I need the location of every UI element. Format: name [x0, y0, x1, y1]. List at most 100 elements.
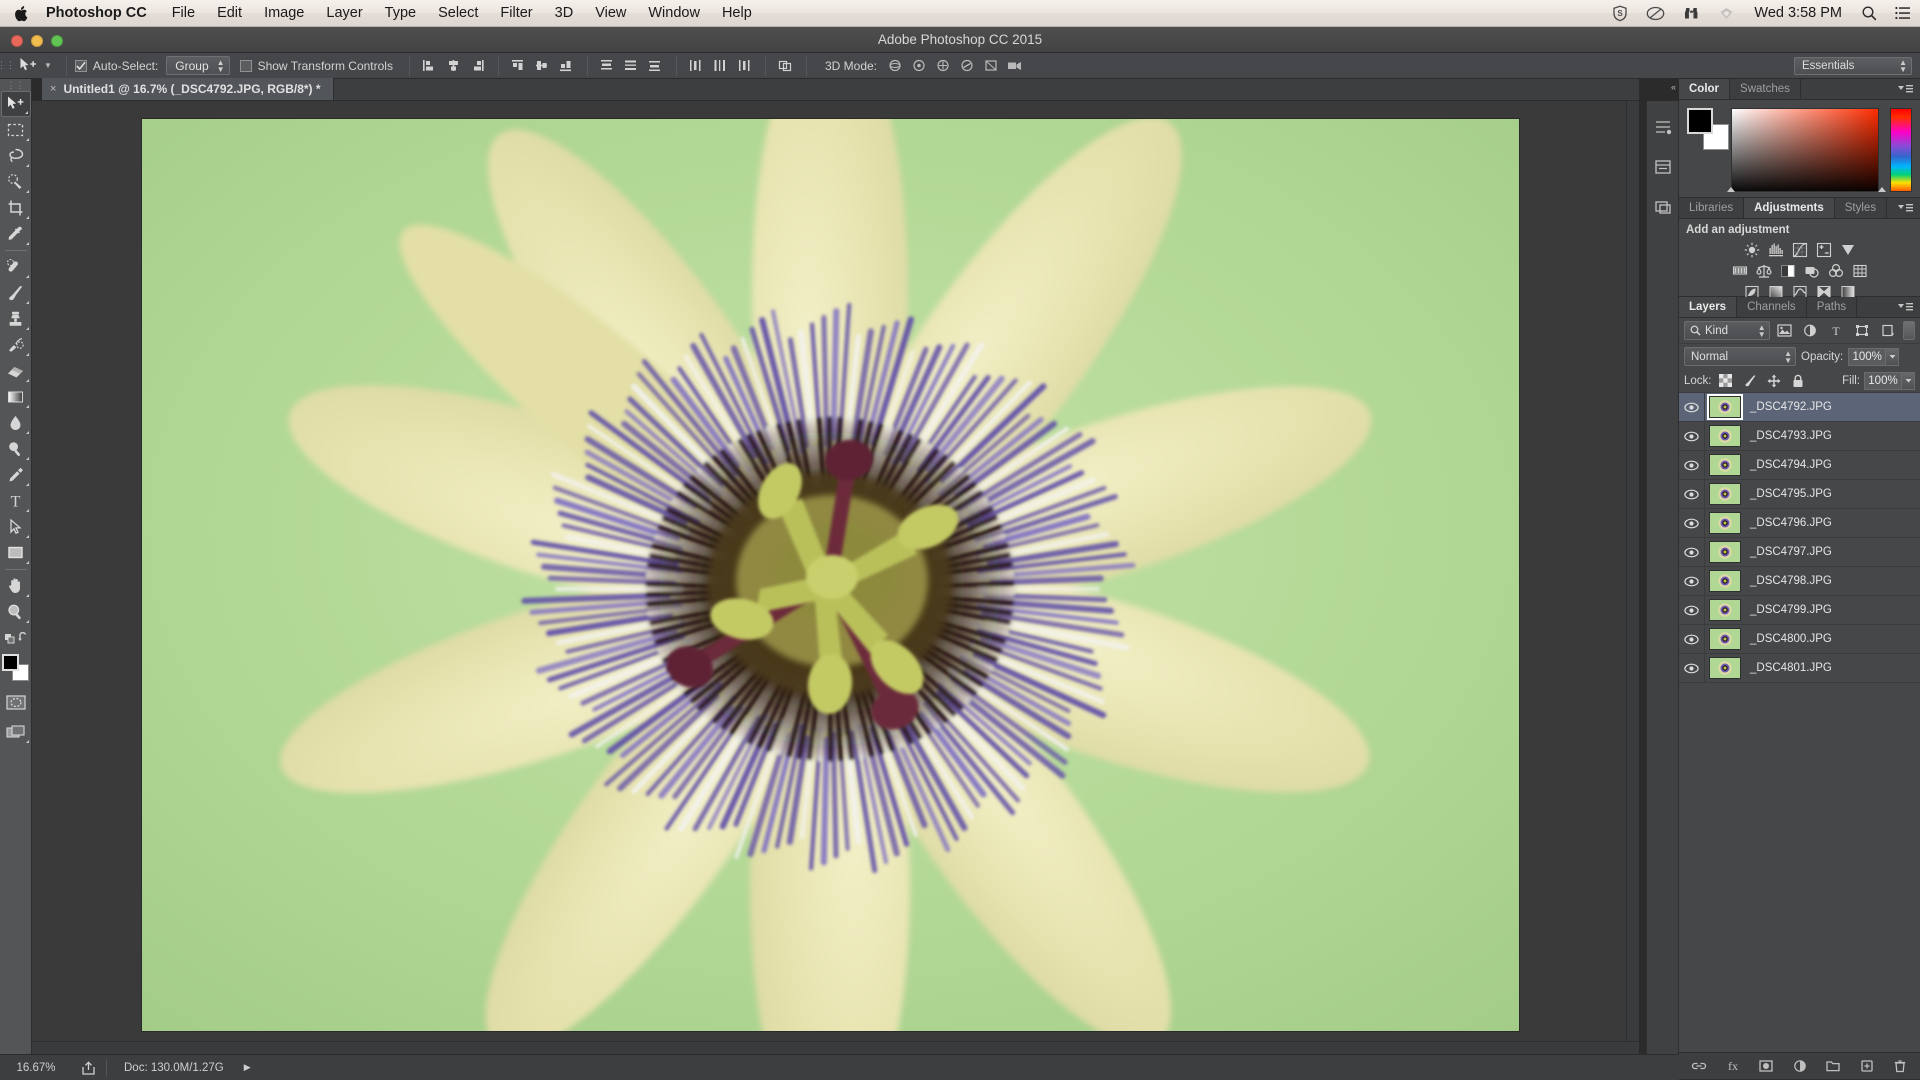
channel-mixer-icon[interactable] [1825, 261, 1847, 280]
default-colors-and-swap[interactable] [1, 625, 31, 651]
black-white-icon[interactable] [1777, 261, 1799, 280]
zoom-level[interactable]: 16.67% [0, 1062, 72, 1074]
lock-all-icon[interactable] [1788, 372, 1808, 390]
opacity-value[interactable]: 100% [1848, 348, 1886, 366]
canvas-horizontal-scrollbar[interactable] [32, 1041, 1639, 1054]
layer-thumbnail[interactable] [1709, 396, 1741, 418]
lasso-tool[interactable] [1, 143, 31, 169]
layer-thumbnail[interactable] [1709, 628, 1741, 650]
color-picker-field[interactable] [1731, 108, 1879, 192]
menu-bar-clock[interactable]: Wed 3:58 PM [1744, 5, 1852, 21]
apple-icon[interactable] [0, 0, 42, 26]
color-balance-icon[interactable] [1753, 261, 1775, 280]
filter-pixel-icon[interactable] [1774, 321, 1796, 341]
rectangular-marquee-tool[interactable] [1, 117, 31, 143]
new-fill-adjustment-icon[interactable] [1790, 1056, 1810, 1076]
distribute-bottom-edges-icon[interactable] [644, 55, 668, 77]
hue-saturation-icon[interactable] [1729, 261, 1751, 280]
3d-roll-icon[interactable] [907, 55, 931, 77]
tab-swatches[interactable]: Swatches [1730, 79, 1801, 99]
layer-visibility-eye-icon[interactable] [1679, 538, 1705, 567]
collapse-panels-icon[interactable]: « [1671, 82, 1676, 92]
layer-visibility-eye-icon[interactable] [1679, 625, 1705, 654]
layer-thumbnail[interactable] [1709, 512, 1741, 534]
tool-preset-chevron-down-icon[interactable]: ▼ [44, 61, 52, 70]
tab-styles[interactable]: Styles [1835, 198, 1887, 218]
layer-visibility-eye-icon[interactable] [1679, 393, 1705, 422]
align-vertical-centers-icon[interactable] [531, 55, 555, 77]
3d-pan-icon[interactable] [931, 55, 955, 77]
layer-row[interactable]: _DSC4799.JPG [1679, 596, 1920, 625]
toolbar-grip[interactable]: ⋮⋮ [0, 79, 31, 91]
layer-row[interactable]: _DSC4794.JPG [1679, 451, 1920, 480]
menu-app-name[interactable]: Photoshop CC [42, 0, 161, 26]
layer-visibility-eye-icon[interactable] [1679, 567, 1705, 596]
eyedropper-tool[interactable] [1, 221, 31, 247]
exposure-icon[interactable] [1813, 240, 1835, 259]
menu-edit[interactable]: Edit [206, 0, 253, 26]
photo-filter-icon[interactable] [1801, 261, 1823, 280]
layer-comps-panel-icon[interactable] [1647, 187, 1678, 227]
auto-select-checkbox[interactable] [75, 60, 87, 72]
hue-ramp-slider[interactable] [1890, 108, 1912, 192]
fill-stepper[interactable] [1902, 372, 1915, 390]
show-transform-controls-checkbox[interactable] [240, 60, 252, 72]
layer-style-icon[interactable]: fx [1723, 1056, 1743, 1076]
status-expand-arrow[interactable]: ▶ [224, 1062, 251, 1073]
layer-row[interactable]: _DSC4798.JPG [1679, 567, 1920, 596]
clone-stamp-tool[interactable] [1, 306, 31, 332]
tab-color[interactable]: Color [1679, 79, 1730, 99]
filter-enable-toggle[interactable] [1903, 321, 1915, 340]
list-menu-icon[interactable] [1886, 0, 1920, 26]
move-tool-icon[interactable] [14, 55, 42, 77]
layer-thumbnail[interactable] [1709, 599, 1741, 621]
brush-tool[interactable] [1, 280, 31, 306]
filter-type-icon[interactable]: T [1825, 321, 1847, 341]
layer-thumbnail[interactable] [1709, 657, 1741, 679]
document-tab[interactable]: × Untitled1 @ 16.7% (_DSC4792.JPG, RGB/8… [42, 78, 334, 100]
tab-channels[interactable]: Channels [1737, 297, 1807, 317]
layer-thumbnail[interactable] [1709, 541, 1741, 563]
foreground-color-swatch[interactable] [2, 654, 19, 671]
rectangle-tool[interactable] [1, 540, 31, 566]
menu-layer[interactable]: Layer [315, 0, 373, 26]
zoom-button[interactable] [51, 35, 63, 47]
distribute-left-edges-icon[interactable] [685, 55, 709, 77]
pen-tool[interactable] [1, 462, 31, 488]
dodge-tool[interactable] [1, 436, 31, 462]
hand-tool[interactable] [1, 573, 31, 599]
canvas-vertical-scrollbar[interactable] [1626, 101, 1639, 1054]
distribute-right-edges-icon[interactable] [733, 55, 757, 77]
filter-shape-icon[interactable] [1851, 321, 1873, 341]
fill-value[interactable]: 100% [1864, 372, 1902, 390]
align-right-edges-icon[interactable] [466, 55, 490, 77]
close-icon[interactable]: × [50, 83, 56, 95]
properties-panel-icon[interactable] [1647, 147, 1678, 187]
menu-image[interactable]: Image [253, 0, 315, 26]
3d-orbit-icon[interactable] [883, 55, 907, 77]
foreground-background-color-swatches[interactable] [1, 653, 31, 683]
color-panel-swatches[interactable] [1687, 108, 1729, 150]
search-icon[interactable] [1852, 0, 1886, 26]
menu-help[interactable]: Help [711, 0, 763, 26]
color-lookup-icon[interactable] [1849, 261, 1871, 280]
history-panel-icon[interactable] [1647, 107, 1678, 147]
binoculars-icon[interactable] [1674, 0, 1709, 26]
lock-transparent-pixels-icon[interactable] [1716, 372, 1736, 390]
tab-layers[interactable]: Layers [1679, 297, 1737, 317]
layer-row[interactable]: _DSC4800.JPG [1679, 625, 1920, 654]
distribute-top-edges-icon[interactable] [596, 55, 620, 77]
opacity-stepper[interactable] [1886, 348, 1899, 366]
menu-select[interactable]: Select [427, 0, 489, 26]
layer-row[interactable]: _DSC4796.JPG [1679, 509, 1920, 538]
blur-tool[interactable] [1, 410, 31, 436]
layer-visibility-eye-icon[interactable] [1679, 422, 1705, 451]
menu-3d[interactable]: 3D [544, 0, 585, 26]
menu-file[interactable]: File [161, 0, 206, 26]
new-group-icon[interactable] [1823, 1056, 1843, 1076]
layer-visibility-eye-icon[interactable] [1679, 654, 1705, 683]
horizontal-type-tool[interactable]: T [1, 488, 31, 514]
layer-filter-kind-dropdown[interactable]: Kind ▲▼ [1684, 321, 1770, 340]
close-button[interactable] [11, 35, 23, 47]
vibrance-icon[interactable] [1837, 240, 1859, 259]
